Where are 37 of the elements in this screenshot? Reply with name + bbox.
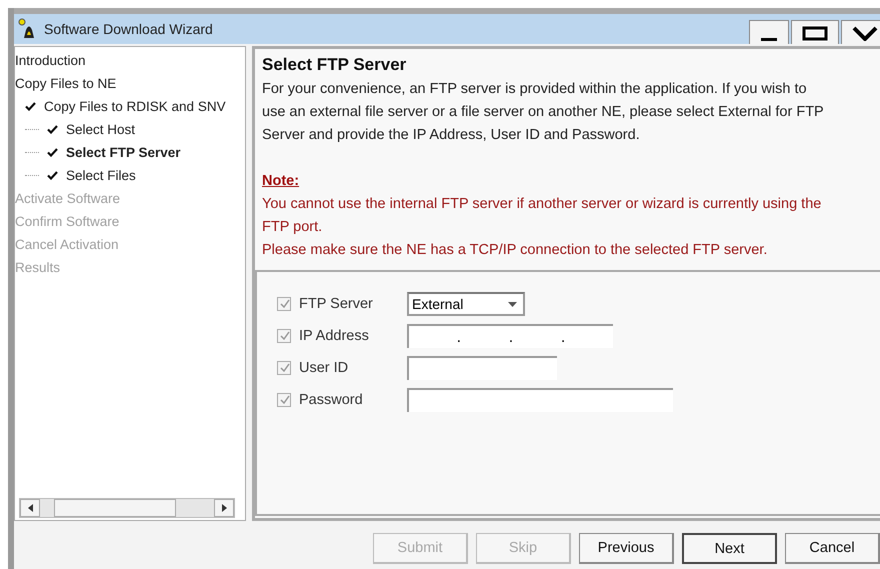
page-heading: Select FTP Server (262, 55, 408, 75)
step-item[interactable]: Introduction (15, 53, 86, 68)
note-label: Note: (262, 172, 300, 191)
field-label: Password (299, 392, 364, 408)
wizard-button[interactable]: Cancel (785, 533, 880, 564)
field-label: IP Address (299, 328, 370, 344)
step-item[interactable]: Select Files (66, 168, 136, 183)
intro-text: For your convenience, an FTP server is provided within the application. If you wish to use an external file server or a file server on another NE, please select External for FTP Server and provide the IP Address, User ID and Password. (262, 80, 824, 145)
step-item[interactable]: Select Host (66, 122, 136, 137)
window-title: Software Download Wizard (44, 21, 213, 37)
minimize-button[interactable] (749, 20, 789, 44)
step-item[interactable]: Copy Files to NE (15, 76, 116, 91)
wizard-button[interactable]: Next (682, 533, 777, 564)
horizontal-scrollbar[interactable] (19, 498, 235, 518)
maximize-icon (800, 24, 830, 40)
checkbox[interactable] (277, 329, 291, 343)
checkbox[interactable] (277, 361, 291, 375)
checkbox[interactable] (277, 297, 291, 311)
user-id-field[interactable] (407, 356, 557, 380)
left-arrow-icon (28, 504, 32, 512)
step-item[interactable]: Copy Files to RDISK and SNV (44, 99, 226, 114)
maximize-button[interactable] (791, 20, 839, 44)
step-item[interactable]: Select FTP Server (66, 145, 181, 160)
field-label: User ID (299, 360, 350, 376)
close-icon (850, 24, 880, 40)
note-text: You cannot use the internal FTP server if another server or wizard is currently using the FTP port. (262, 195, 822, 237)
right-arrow-icon (222, 504, 226, 512)
password-field[interactable] (407, 388, 673, 412)
close-button[interactable] (841, 20, 880, 44)
ip-address-field[interactable]: . . . (407, 324, 613, 348)
wizard-button[interactable]: Previous (579, 533, 674, 564)
field-label: FTP Server (299, 296, 374, 312)
note-text: Please make sure the NE has a TCP/IP connection to the selected FTP server. (262, 241, 768, 260)
ftp-server-dropdown[interactable]: External (407, 292, 525, 316)
caret-icon (508, 302, 517, 306)
checkbox[interactable] (277, 393, 291, 407)
minimize-icon (761, 38, 777, 40)
